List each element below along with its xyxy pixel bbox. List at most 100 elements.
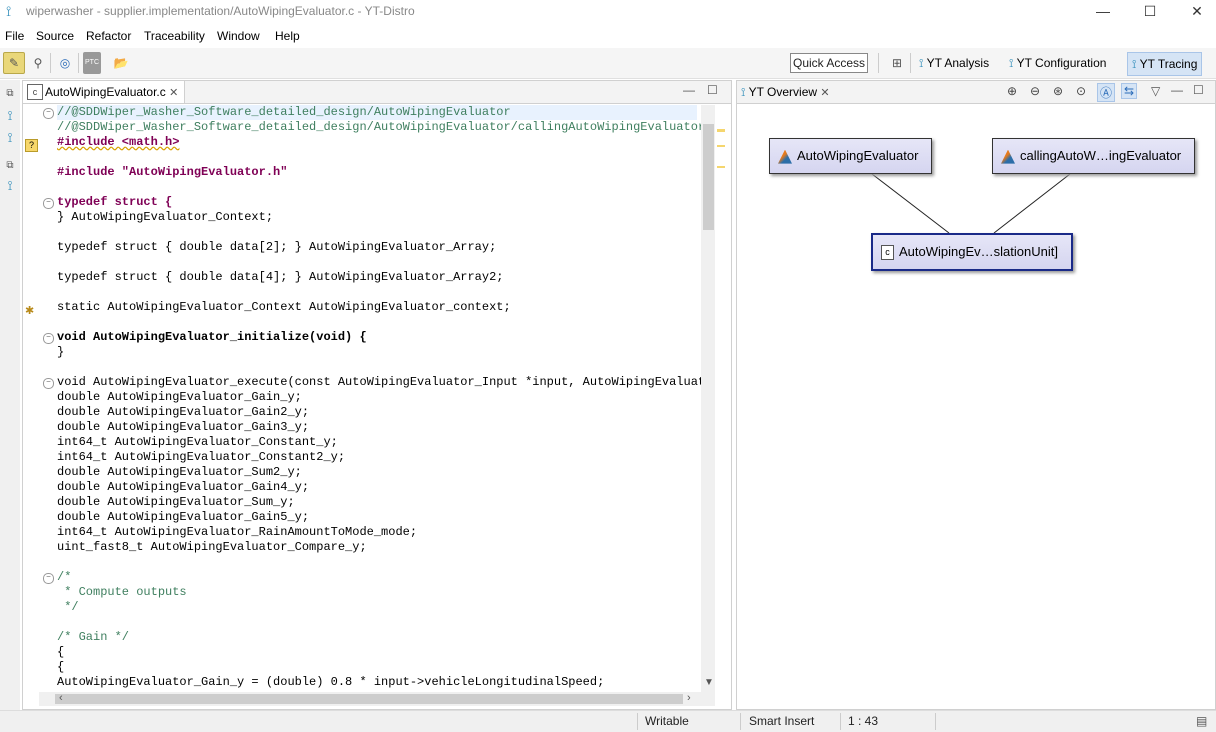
code-line: double AutoWipingEvaluator_Gain2_y;: [57, 405, 310, 419]
tab-label: AutoWipingEvaluator.c: [45, 85, 166, 99]
scroll-left-icon[interactable]: ‹: [59, 692, 63, 704]
perspective-label: YT Configuration: [1016, 56, 1107, 70]
code-line: typedef struct { double data[2]; } AutoW…: [57, 240, 497, 254]
code-line: //@SDDWiper_Washer_Software_detailed_des…: [57, 105, 697, 120]
code-line: double AutoWipingEvaluator_Gain3_y;: [57, 420, 310, 434]
scroll-down-icon[interactable]: ▼: [704, 677, 714, 688]
code-line: } AutoWipingEvaluator_Context;: [57, 210, 274, 224]
menu-traceability[interactable]: Traceability: [144, 29, 205, 43]
status-separator: [740, 713, 741, 730]
status-cursor-position: 1 : 43: [848, 714, 879, 728]
horizontal-scroll-thumb[interactable]: [55, 694, 683, 704]
code-line: int64_t AutoWipingEvaluator_Constant_y;: [57, 435, 338, 449]
c-file-icon: c: [881, 245, 894, 261]
window-title: wiperwasher - supplier.implementation/Au…: [26, 4, 415, 18]
bug-marker-icon[interactable]: ✱: [25, 304, 34, 317]
close-button[interactable]: ✕: [1174, 0, 1216, 24]
menu-refactor[interactable]: Refactor: [86, 29, 131, 43]
overview-marker[interactable]: [717, 129, 725, 132]
node-label: callingAutoW…ingEvaluator: [1020, 148, 1182, 163]
matlab-icon: [1001, 149, 1015, 164]
status-bar: Writable Smart Insert 1 : 43 ▤: [0, 710, 1216, 732]
annotation-ruler: ? ✱: [25, 105, 39, 692]
menu-file[interactable]: File: [5, 29, 24, 43]
restore-icon[interactable]: ⧉: [2, 86, 18, 102]
fold-toggle[interactable]: −: [43, 378, 54, 389]
editor-tab-bar: c AutoWipingEvaluator.c ✕ — ☐: [23, 81, 731, 104]
fold-toggle[interactable]: −: [43, 198, 54, 209]
code-line: #include <math.h>: [57, 135, 180, 149]
progress-view-icon[interactable]: ▤: [1196, 714, 1207, 728]
title-bar: ⟟ wiperwasher - supplier.implementation/…: [0, 0, 1216, 24]
code-line: double AutoWipingEvaluator_Gain5_y;: [57, 510, 310, 524]
open-perspective-icon[interactable]: ⊞: [886, 52, 908, 74]
close-icon[interactable]: ✕: [169, 87, 178, 99]
status-separator: [637, 713, 638, 730]
overview-ruler: [715, 105, 729, 692]
fold-toggle[interactable]: −: [43, 333, 54, 344]
code-line: /*: [57, 570, 72, 584]
code-line: int64_t AutoWipingEvaluator_RainAmountTo…: [57, 525, 418, 539]
code-editor: c AutoWipingEvaluator.c ✕ — ☐ ? ✱ − //@S…: [22, 80, 732, 710]
toolbar-separator: [50, 53, 51, 73]
yt-logo-icon: ⟟: [1132, 57, 1137, 71]
status-writable: Writable: [645, 714, 689, 728]
scroll-right-icon[interactable]: ›: [687, 692, 691, 704]
trace-action-icon[interactable]: ⚲: [27, 52, 49, 74]
code-line: #include "AutoWipingEvaluator.h": [57, 165, 288, 179]
graph-node-translation-unit[interactable]: c AutoWipingEv…slationUnit]: [871, 233, 1073, 271]
yt-view-icon[interactable]: ⟟: [2, 108, 18, 124]
toolbar-separator: [878, 53, 879, 73]
perspective-yt-analysis[interactable]: ⟟ YT Analysis: [915, 52, 993, 74]
tab-autowipingevaluator-c[interactable]: c AutoWipingEvaluator.c ✕: [23, 81, 186, 103]
warning-marker-icon[interactable]: ?: [25, 139, 38, 152]
vertical-scroll-thumb[interactable]: [703, 124, 714, 230]
maximize-view-icon[interactable]: ☐: [707, 83, 718, 97]
yt-view-icon[interactable]: ⟟: [2, 130, 18, 146]
minimize-button[interactable]: —: [1080, 0, 1126, 24]
ptc-icon[interactable]: PTC: [83, 52, 101, 74]
edge-line: [993, 173, 1071, 234]
quick-access-field[interactable]: Quick Access: [790, 53, 868, 73]
code-line: }: [57, 345, 65, 359]
code-line: typedef struct {: [57, 195, 173, 209]
maximize-button[interactable]: ☐: [1127, 0, 1173, 24]
restore-icon[interactable]: ⧉: [2, 158, 18, 174]
status-separator: [935, 713, 936, 730]
open-folder-icon[interactable]: 📂: [110, 52, 132, 74]
code-line: double AutoWipingEvaluator_Sum_y;: [57, 495, 295, 509]
dependency-edges: [871, 173, 1071, 234]
menu-window[interactable]: Window: [217, 29, 260, 43]
code-line: typedef struct { double data[4]; } AutoW…: [57, 270, 504, 284]
toggle-highlight-icon[interactable]: ✎: [3, 52, 25, 74]
graph-node-calling-autowipingevaluator[interactable]: callingAutoW…ingEvaluator: [992, 138, 1195, 174]
yt-view-icon[interactable]: ⟟: [2, 178, 18, 194]
perspective-yt-configuration[interactable]: ⟟ YT Configuration: [1005, 52, 1110, 74]
left-trim-bar: ⧉ ⟟ ⟟ ⧉ ⟟: [0, 80, 20, 710]
menu-bar: File Source Refactor Traceability Window…: [0, 26, 1216, 46]
perspective-yt-tracing[interactable]: ⟟ YT Tracing: [1127, 52, 1203, 76]
node-label: AutoWipingEv…slationUnit]: [899, 244, 1058, 259]
overview-marker[interactable]: [717, 166, 725, 168]
fold-toggle[interactable]: −: [43, 573, 54, 584]
code-line: void AutoWipingEvaluator_execute(const A…: [57, 375, 701, 389]
main-toolbar: ✎ ⚲ ◎ PTC 📂 Quick Access ⊞ ⟟ YT Analysis…: [0, 48, 1216, 79]
code-line: //@SDDWiper_Washer_Software_detailed_des…: [57, 120, 701, 134]
menu-source[interactable]: Source: [36, 29, 74, 43]
status-separator: [840, 713, 841, 730]
matlab-icon: [778, 149, 792, 164]
code-line: void AutoWipingEvaluator_initialize(void…: [57, 330, 367, 344]
perspective-label: YT Tracing: [1139, 57, 1198, 71]
overview-marker[interactable]: [717, 145, 725, 147]
refresh-icon[interactable]: ◎: [54, 52, 76, 74]
fold-toggle[interactable]: −: [43, 108, 54, 119]
c-file-icon: c: [27, 84, 43, 100]
code-area[interactable]: − //@SDDWiper_Washer_Software_detailed_d…: [39, 105, 701, 692]
menu-help[interactable]: Help: [275, 29, 300, 43]
code-line: * Compute outputs: [57, 585, 187, 599]
perspective-label: YT Analysis: [926, 56, 990, 70]
yt-logo-icon: ⟟: [919, 56, 924, 70]
code-line: int64_t AutoWipingEvaluator_Constant2_y;: [57, 450, 346, 464]
minimize-view-icon[interactable]: —: [683, 83, 695, 97]
graph-node-autowipingevaluator[interactable]: AutoWipingEvaluator: [769, 138, 932, 174]
